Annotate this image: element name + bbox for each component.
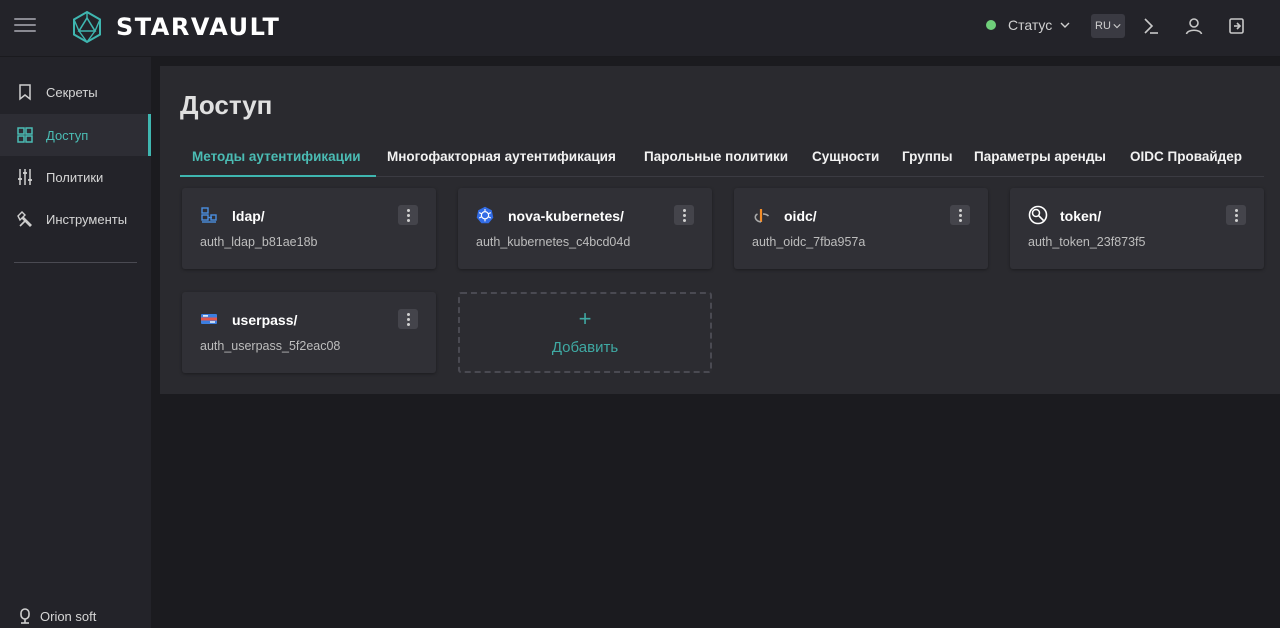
logout-icon[interactable] xyxy=(1227,16,1247,36)
more-options-icon[interactable] xyxy=(950,205,970,225)
auth-method-name: token/ xyxy=(1060,208,1102,224)
sidebar-item-access[interactable]: Доступ xyxy=(0,114,151,156)
auth-method-name: oidc/ xyxy=(784,208,817,224)
userpass-icon xyxy=(201,314,217,324)
user-icon[interactable] xyxy=(1184,16,1204,36)
auth-method-accessor: auth_oidc_7fba957a xyxy=(752,235,866,249)
page-title: Доступ xyxy=(180,90,273,120)
chevron-down-icon xyxy=(1113,24,1121,29)
logo-icon xyxy=(73,10,101,44)
logo-text: STARVAULT xyxy=(116,13,281,41)
orion-logo-icon xyxy=(20,608,30,624)
plus-icon: + xyxy=(578,306,592,331)
sliders-icon xyxy=(18,169,32,185)
top-bar: STARVAULT Статус RU xyxy=(0,0,1280,57)
status-label: Статус xyxy=(1008,17,1053,33)
language-label: RU xyxy=(1095,20,1111,32)
more-options-icon[interactable] xyxy=(674,205,694,225)
tab-mfa[interactable]: Многофакторная аутентификация xyxy=(387,149,616,164)
add-label: Добавить xyxy=(551,339,619,356)
main-panel: Доступ Методы аутентификации Многофактор… xyxy=(160,66,1280,394)
sidebar: Секреты Доступ Политики Инструменты Orio… xyxy=(0,57,151,628)
chevron-down-icon xyxy=(1060,22,1070,28)
auth-method-accessor: auth_ldap_b81ae18b xyxy=(200,235,318,249)
tab-entities[interactable]: Сущности xyxy=(812,149,879,164)
tab-groups[interactable]: Группы xyxy=(902,149,953,164)
kubernetes-icon xyxy=(476,206,494,224)
auth-method-card[interactable]: ldap/ auth_ldap_b81ae18b xyxy=(182,188,436,269)
auth-method-card[interactable]: nova-kubernetes/ auth_kubernetes_c4bcd04… xyxy=(458,188,712,269)
grid-icon xyxy=(17,127,33,143)
sidebar-item-tools[interactable]: Инструменты xyxy=(0,198,151,240)
auth-method-accessor: auth_token_23f873f5 xyxy=(1028,235,1146,249)
language-selector[interactable]: RU xyxy=(1091,14,1125,38)
sidebar-item-policies[interactable]: Политики xyxy=(0,156,151,198)
brand-footer: Orion soft xyxy=(18,608,96,624)
tab-lease-params[interactable]: Параметры аренды xyxy=(974,149,1106,164)
active-tab-indicator xyxy=(180,175,376,177)
sidebar-item-label: Инструменты xyxy=(46,211,128,227)
status-indicator xyxy=(986,20,996,30)
token-icon xyxy=(1028,205,1048,225)
sidebar-divider xyxy=(14,262,137,263)
logo[interactable]: STARVAULT xyxy=(70,10,280,44)
auth-method-accessor: auth_kubernetes_c4bcd04d xyxy=(476,235,631,249)
more-options-icon[interactable] xyxy=(398,309,418,329)
bookmark-icon xyxy=(19,84,31,101)
auth-method-name: userpass/ xyxy=(232,312,298,328)
auth-method-name: nova-kubernetes/ xyxy=(508,208,624,224)
sidebar-item-label: Доступ xyxy=(46,127,89,143)
auth-method-card[interactable]: userpass/ auth_userpass_5f2eac08 xyxy=(182,292,436,373)
auth-method-name: ldap/ xyxy=(232,208,265,224)
console-icon[interactable] xyxy=(1141,16,1161,36)
tools-icon xyxy=(17,211,32,227)
ldap-icon xyxy=(201,207,217,223)
brand-name: Orion soft xyxy=(40,608,97,624)
more-options-icon[interactable] xyxy=(1226,205,1246,225)
more-options-icon[interactable] xyxy=(398,205,418,225)
sidebar-item-secrets[interactable]: Секреты xyxy=(0,71,151,113)
oidc-icon xyxy=(754,209,770,223)
tab-bar: Методы аутентификации Многофакторная аут… xyxy=(180,144,1264,177)
tab-auth-methods[interactable]: Методы аутентификации xyxy=(192,149,361,164)
auth-method-card[interactable]: oidc/ auth_oidc_7fba957a xyxy=(734,188,988,269)
tab-password-policies[interactable]: Парольные политики xyxy=(644,149,788,164)
add-auth-method-button[interactable]: + Добавить xyxy=(458,292,712,373)
auth-method-card[interactable]: token/ auth_token_23f873f5 xyxy=(1010,188,1264,269)
auth-method-accessor: auth_userpass_5f2eac08 xyxy=(200,339,341,353)
menu-icon[interactable] xyxy=(14,18,36,34)
status-dropdown[interactable]: Статус xyxy=(986,17,1070,33)
sidebar-item-label: Политики xyxy=(46,169,104,185)
tab-oidc-provider[interactable]: OIDC Провайдер xyxy=(1130,149,1242,164)
sidebar-item-label: Секреты xyxy=(46,84,98,100)
